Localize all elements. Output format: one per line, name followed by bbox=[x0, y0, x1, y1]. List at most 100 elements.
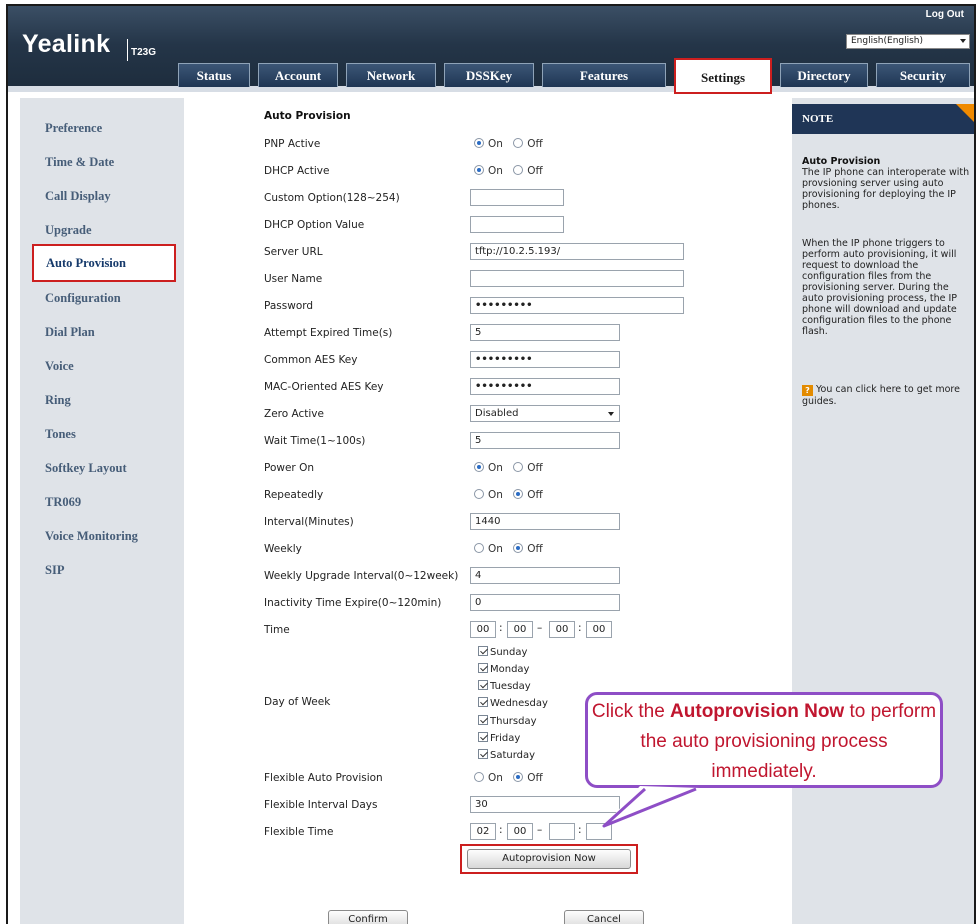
sidebar-item-voice-monitoring[interactable]: Voice Monitoring bbox=[20, 526, 184, 546]
tab-security[interactable]: Security bbox=[876, 63, 970, 87]
inactivity-time-expire-input[interactable]: 0 bbox=[470, 594, 620, 611]
inactivity-time-expire-label: Inactivity Time Expire(0~120min) bbox=[264, 597, 442, 609]
flexible-time-colon-2: : bbox=[578, 824, 582, 836]
repeatedly-on-label: On bbox=[488, 489, 503, 501]
day-tuesday[interactable]: Tuesday bbox=[478, 680, 531, 697]
note-title: Auto Provision bbox=[802, 156, 881, 167]
note-corner-decoration bbox=[956, 104, 974, 122]
tab-dsskey[interactable]: DSSKey bbox=[444, 63, 534, 87]
language-select[interactable]: English(English) bbox=[846, 34, 970, 49]
flexible-time-start-minute[interactable]: 00 bbox=[507, 823, 533, 840]
sidebar-item-upgrade[interactable]: Upgrade bbox=[20, 220, 184, 240]
sidebar-item-preference[interactable]: Preference bbox=[20, 118, 184, 138]
weekly-on-label: On bbox=[488, 543, 503, 555]
checkbox-checked-icon bbox=[478, 680, 488, 690]
tab-features[interactable]: Features bbox=[542, 63, 666, 87]
password-input[interactable]: ••••••••• bbox=[470, 297, 684, 314]
day-friday[interactable]: Friday bbox=[478, 732, 520, 749]
tab-directory[interactable]: Directory bbox=[780, 63, 868, 87]
repeatedly-off-radio[interactable] bbox=[513, 489, 524, 499]
checkbox-checked-icon bbox=[478, 697, 488, 707]
cancel-button[interactable]: Cancel bbox=[564, 910, 644, 924]
tab-status[interactable]: Status bbox=[178, 63, 250, 87]
time-label: Time bbox=[264, 624, 290, 636]
tab-network[interactable]: Network bbox=[346, 63, 436, 87]
sidebar-item-time-date[interactable]: Time & Date bbox=[20, 152, 184, 172]
mac-aes-key-label: MAC-Oriented AES Key bbox=[264, 381, 384, 393]
common-aes-key-input[interactable]: ••••••••• bbox=[470, 351, 620, 368]
dhcp-active-label: DHCP Active bbox=[264, 165, 330, 177]
flexible-time-end-hour[interactable] bbox=[549, 823, 575, 840]
day-saturday-label: Saturday bbox=[490, 750, 536, 761]
logout-link[interactable]: Log Out bbox=[926, 9, 964, 20]
checkbox-checked-icon bbox=[478, 732, 488, 742]
user-name-label: User Name bbox=[264, 273, 323, 285]
day-friday-label: Friday bbox=[490, 733, 521, 744]
note-guide-link[interactable]: ? You can click here to get more guides. bbox=[802, 384, 972, 407]
weekly-off-radio[interactable] bbox=[513, 543, 524, 553]
flexible-off-radio[interactable] bbox=[513, 772, 524, 782]
chevron-down-icon bbox=[960, 39, 966, 43]
pnp-on-radio[interactable] bbox=[474, 138, 484, 148]
instruction-callout: Click the Autoprovision Now to perform t… bbox=[585, 692, 943, 788]
sidebar-item-dial-plan[interactable]: Dial Plan bbox=[20, 322, 184, 342]
sidebar-item-call-display[interactable]: Call Display bbox=[20, 186, 184, 206]
language-value: English(English) bbox=[851, 36, 924, 46]
confirm-button[interactable]: Confirm bbox=[328, 910, 408, 924]
time-start-minute[interactable]: 00 bbox=[507, 621, 533, 638]
dhcp-on-radio[interactable] bbox=[474, 165, 484, 175]
day-thursday[interactable]: Thursday bbox=[478, 715, 537, 732]
sidebar-item-voice[interactable]: Voice bbox=[20, 356, 184, 376]
dhcp-option-value-label: DHCP Option Value bbox=[264, 219, 365, 231]
logo-separator bbox=[127, 39, 128, 61]
day-wednesday[interactable]: Wednesday bbox=[478, 697, 548, 714]
weekly-upgrade-interval-label: Weekly Upgrade Interval(0~12week) bbox=[264, 570, 459, 582]
custom-option-input[interactable] bbox=[470, 189, 564, 206]
sidebar-item-tones[interactable]: Tones bbox=[20, 424, 184, 444]
user-name-input[interactable] bbox=[470, 270, 684, 287]
flexible-on-radio[interactable] bbox=[474, 772, 484, 782]
mac-aes-key-input[interactable]: ••••••••• bbox=[470, 378, 620, 395]
weekly-on-radio[interactable] bbox=[474, 543, 484, 553]
sidebar-item-sip[interactable]: SIP bbox=[20, 560, 184, 580]
pnp-off-radio[interactable] bbox=[513, 138, 524, 148]
interval-input[interactable]: 1440 bbox=[470, 513, 620, 530]
day-sunday[interactable]: Sunday bbox=[478, 646, 527, 663]
model-label: T23G bbox=[131, 47, 157, 58]
server-url-input[interactable]: tftp://10.2.5.193/ bbox=[470, 243, 684, 260]
flexible-time-start-hour[interactable]: 02 bbox=[470, 823, 496, 840]
day-saturday[interactable]: Saturday bbox=[478, 749, 535, 766]
power-on-off-radio[interactable] bbox=[513, 462, 524, 472]
dhcp-option-value-input[interactable] bbox=[470, 216, 564, 233]
wait-time-input[interactable]: 5 bbox=[470, 432, 620, 449]
flexible-interval-days-input[interactable]: 30 bbox=[470, 796, 620, 813]
zero-active-select[interactable]: Disabled bbox=[470, 405, 620, 422]
sidebar-item-softkey-layout[interactable]: Softkey Layout bbox=[20, 458, 184, 478]
time-start-hour[interactable]: 00 bbox=[470, 621, 496, 638]
tab-account[interactable]: Account bbox=[258, 63, 338, 87]
day-wednesday-label: Wednesday bbox=[490, 698, 548, 709]
repeatedly-on-radio[interactable] bbox=[474, 489, 484, 499]
sidebar-item-ring[interactable]: Ring bbox=[20, 390, 184, 410]
attempt-expired-time-input[interactable]: 5 bbox=[470, 324, 620, 341]
help-book-icon: ? bbox=[802, 385, 813, 396]
callout-bold: Autoprovision Now bbox=[670, 701, 845, 722]
flexible-interval-days-label: Flexible Interval Days bbox=[264, 799, 378, 811]
section-title: Auto Provision bbox=[264, 110, 351, 122]
tab-settings[interactable]: Settings bbox=[674, 58, 772, 94]
weekly-label: Weekly bbox=[264, 543, 302, 555]
weekly-upgrade-interval-input[interactable]: 4 bbox=[470, 567, 620, 584]
sidebar-item-tr069[interactable]: TR069 bbox=[20, 492, 184, 512]
sidebar-item-configuration[interactable]: Configuration bbox=[20, 288, 184, 308]
day-monday[interactable]: Monday bbox=[478, 663, 529, 680]
dhcp-off-radio[interactable] bbox=[513, 165, 524, 175]
sidebar-item-auto-provision[interactable]: Auto Provision bbox=[32, 244, 176, 282]
attempt-expired-time-label: Attempt Expired Time(s) bbox=[264, 327, 393, 339]
autoprovision-now-button[interactable]: Autoprovision Now bbox=[467, 849, 631, 869]
time-end-hour[interactable]: 00 bbox=[549, 621, 575, 638]
weekly-off-label: Off bbox=[527, 543, 543, 555]
checkbox-checked-icon bbox=[478, 663, 488, 673]
flexible-time-end-minute[interactable] bbox=[586, 823, 612, 840]
power-on-on-radio[interactable] bbox=[474, 462, 484, 472]
time-end-minute[interactable]: 00 bbox=[586, 621, 612, 638]
